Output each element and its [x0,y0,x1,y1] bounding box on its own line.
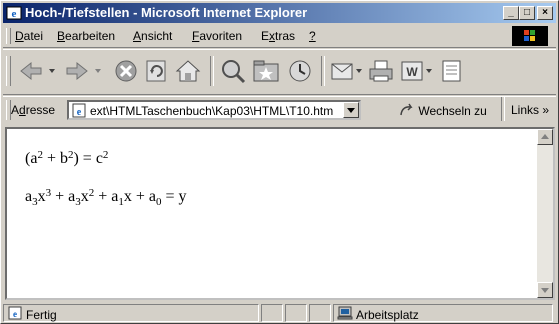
address-bar: Adresse e ext\HTMLTaschenbuch\Kap03\HTML… [3,96,556,123]
go-button[interactable]: Wechseln zu [399,103,487,118]
address-dropdown-button[interactable] [343,102,359,118]
status-panel-zone: Arbeitsplatz [333,304,553,322]
ie-logo-icon: e [6,6,22,20]
address-label: Adresse [11,103,56,117]
minimize-button[interactable]: _ [503,6,519,20]
menu-bearbeiten[interactable]: Bearbeiten [57,29,115,43]
history-icon[interactable] [285,58,315,84]
status-panel [309,304,331,322]
vertical-scrollbar[interactable] [537,129,553,298]
chevron-down-icon [347,108,355,113]
browser-window: e Hoch-/Tiefstellen - Microsoft Internet… [0,0,559,324]
home-icon[interactable] [173,58,203,84]
status-text: Fertig [26,308,57,322]
windows-logo-icon [512,26,548,46]
page-icon: e [72,103,86,118]
window-title: Hoch-/Tiefstellen - Microsoft Internet E… [25,5,308,20]
menu-help[interactable]: ? [309,29,316,43]
go-label: Wechseln zu [418,104,487,118]
print-icon[interactable] [367,58,395,84]
favorites-icon[interactable] [251,58,281,84]
menubar-grip[interactable] [6,28,11,44]
menu-favoriten[interactable]: Favoriten [192,29,242,43]
status-panel-main: e Fertig [3,304,259,322]
menu-extras[interactable]: Extras [261,29,295,43]
address-input[interactable]: e ext\HTMLTaschenbuch\Kap03\HTML\T10.htm [67,100,361,120]
computer-icon [337,306,353,320]
address-value: ext\HTMLTaschenbuch\Kap03\HTML\T10.htm [90,104,334,118]
svg-text:e: e [77,107,82,118]
title-bar[interactable]: e Hoch-/Tiefstellen - Microsoft Internet… [3,3,556,23]
zone-text: Arbeitsplatz [356,308,419,322]
close-button[interactable]: × [537,6,553,20]
menu-datei[interactable]: Datei [15,29,43,43]
page-icon: e [8,306,22,320]
status-panel [261,304,283,322]
stop-icon[interactable] [113,58,139,84]
toolbar-separator [321,56,325,86]
svg-text:e: e [13,309,17,319]
standard-toolbar: W [3,49,556,95]
go-arrow-icon [400,103,413,116]
mail-icon[interactable] [329,58,363,84]
document-body: (a2 + b2) = c2 a3x3 + a3x2 + a1x + a0 = … [25,150,187,226]
chevron-down-icon [541,288,549,293]
scroll-up-button[interactable] [537,129,553,145]
maximize-button[interactable]: □ [519,6,535,20]
equation-1: (a2 + b2) = c2 [25,149,109,168]
discuss-icon[interactable] [439,58,465,84]
menu-bar: Datei Bearbeiten Ansicht Favoriten Extra… [3,25,556,48]
toolbar-separator [501,97,505,121]
menu-ansicht[interactable]: Ansicht [133,29,172,43]
equation-2: a3x3 + a3x2 + a1x + a0 = y [25,187,187,208]
svg-text:W: W [406,65,418,79]
svg-text:e: e [12,8,17,20]
page-content: (a2 + b2) = c2 a3x3 + a3x2 + a1x + a0 = … [5,127,555,300]
refresh-icon[interactable] [143,58,169,84]
toolbar-separator [210,56,214,86]
status-panel [285,304,307,322]
toolbar-grip[interactable] [6,56,11,86]
links-button[interactable]: Links » [511,103,549,117]
scroll-down-button[interactable] [537,282,553,298]
status-bar: e Fertig Arbeitsplatz [3,303,556,323]
chevron-up-icon [541,134,549,139]
forward-icon[interactable] [63,58,107,84]
edit-icon[interactable]: W [399,58,433,84]
back-icon[interactable] [17,58,61,84]
search-icon[interactable] [219,58,247,84]
